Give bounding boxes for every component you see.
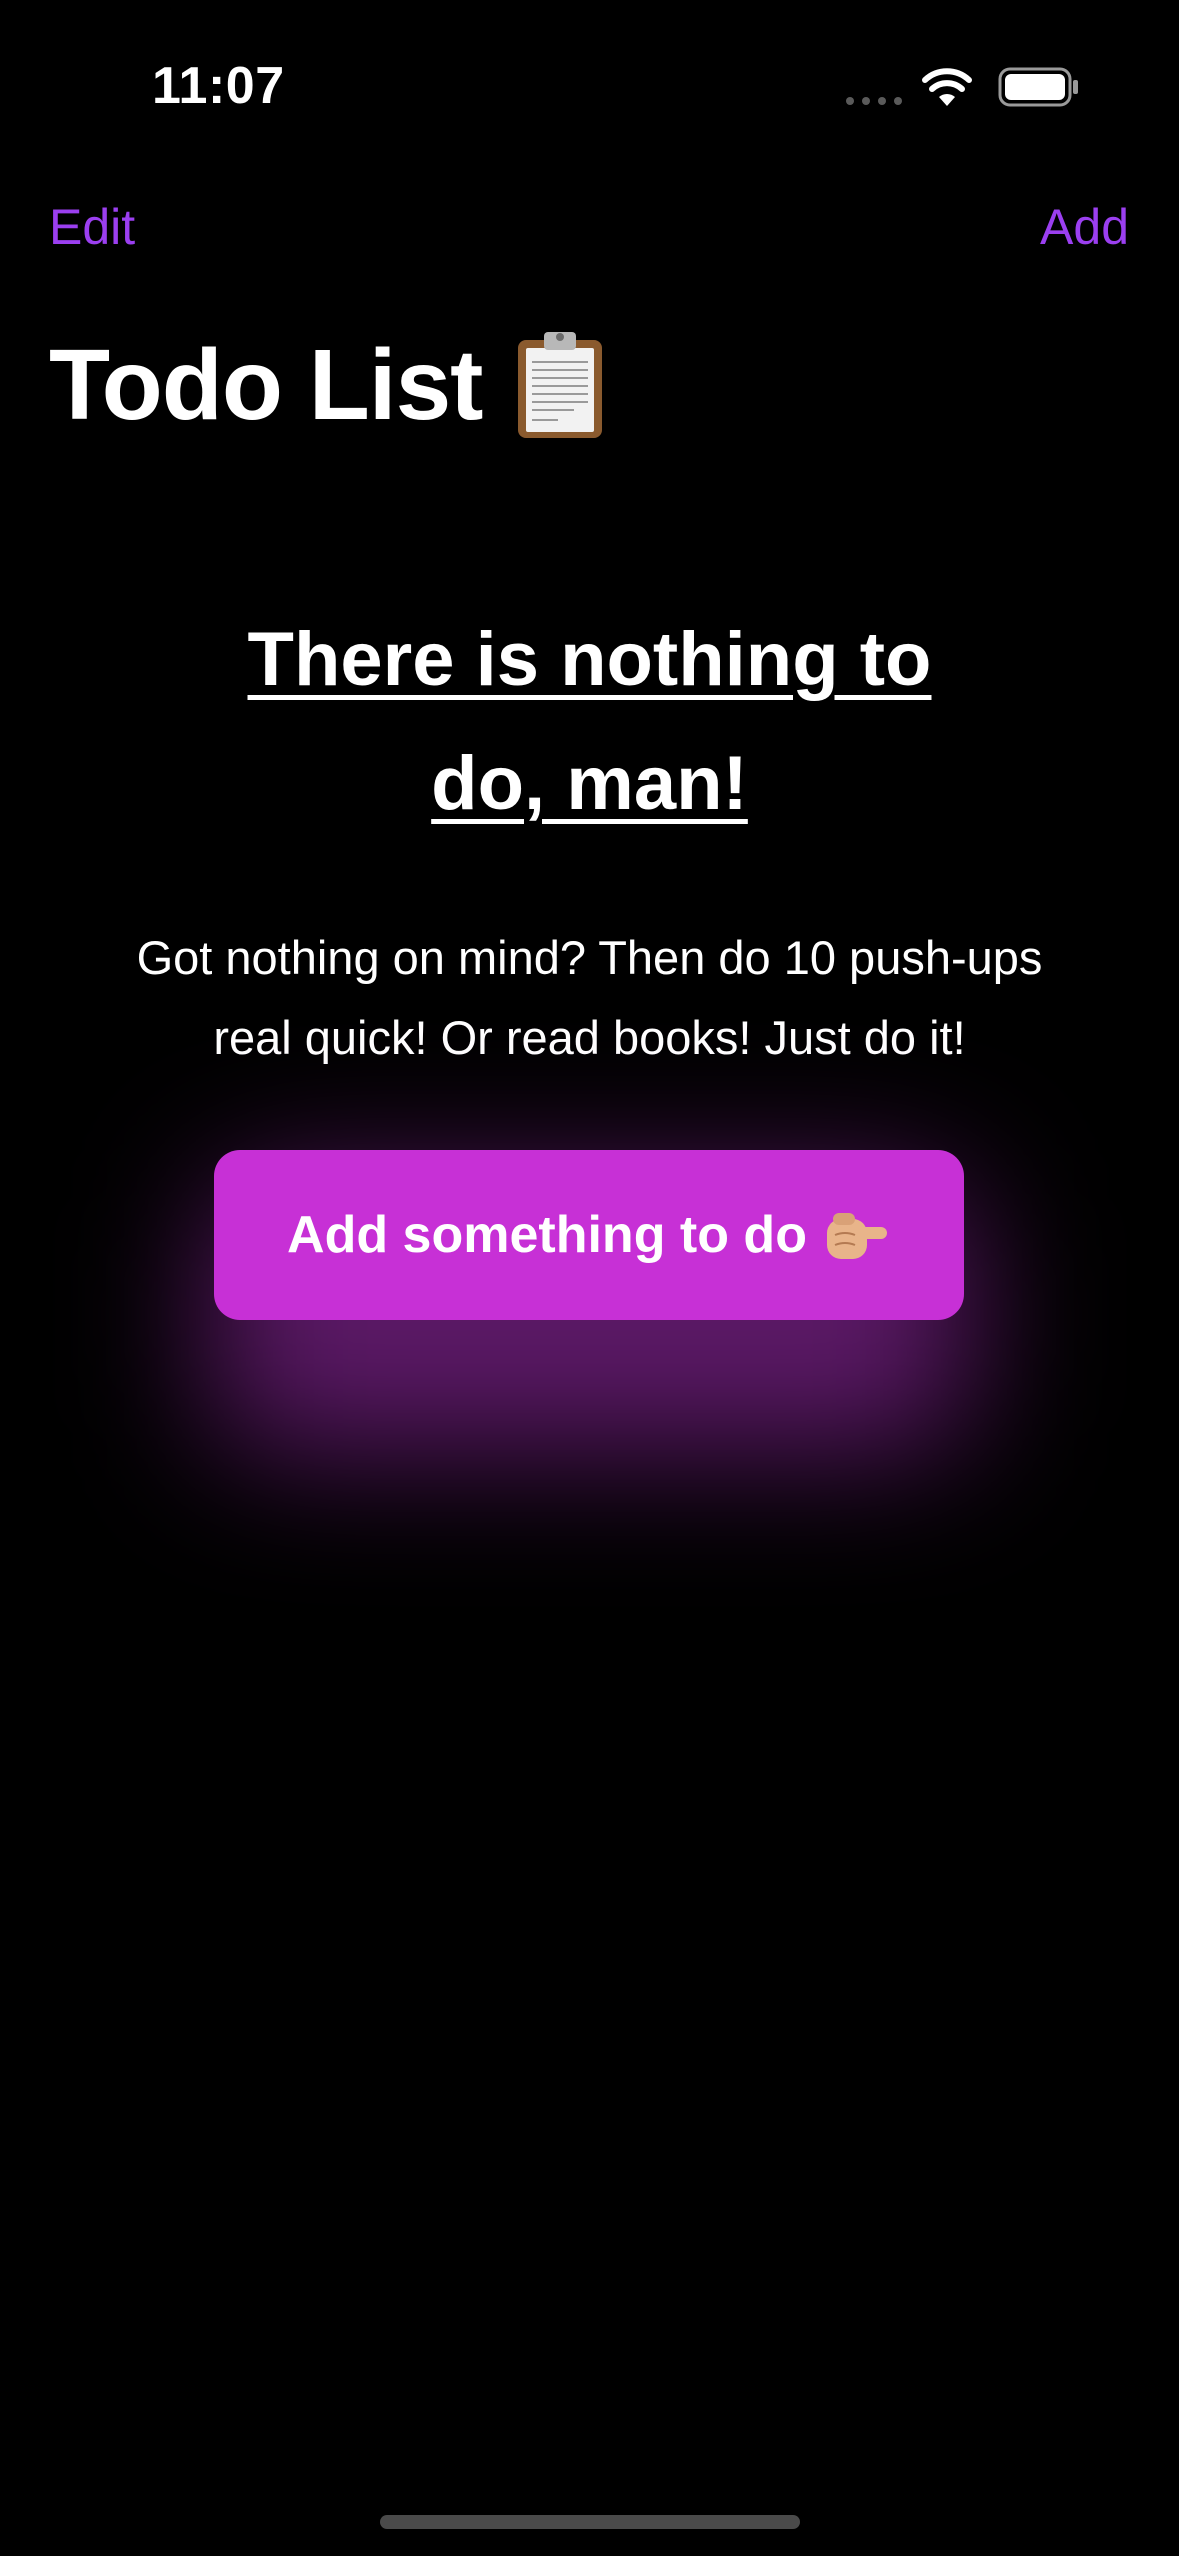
wifi-icon xyxy=(922,68,972,106)
add-something-label: Add something to do xyxy=(287,1206,807,1264)
clipboard-icon xyxy=(518,332,603,438)
page-title-row: Todo List xyxy=(49,325,606,445)
home-indicator[interactable] xyxy=(380,2515,800,2529)
page-title: Todo List xyxy=(49,328,483,441)
status-bar: 11:07 xyxy=(0,0,1179,170)
empty-state-heading: There is nothing to do, man! xyxy=(247,617,932,826)
navigation-bar: Edit Add xyxy=(0,190,1179,270)
add-button[interactable]: Add xyxy=(1040,198,1129,256)
status-time: 11:07 xyxy=(152,57,285,115)
edit-button[interactable]: Edit xyxy=(49,198,135,256)
pointing-hand-icon xyxy=(826,1213,887,1259)
signal-dots-icon xyxy=(846,97,902,105)
battery-icon xyxy=(998,67,1078,107)
add-something-button[interactable]: Add something to do xyxy=(214,1150,964,1320)
empty-state-message: Got nothing on mind? Then do 10 push-ups… xyxy=(136,931,1043,1064)
